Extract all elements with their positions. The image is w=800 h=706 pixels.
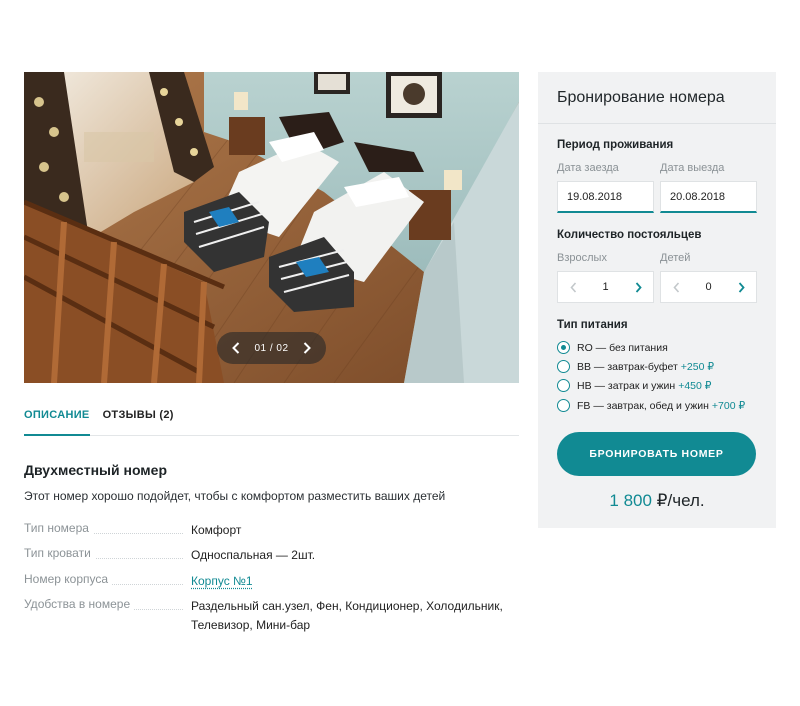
price-per-person: 1 800 ₽/чел.: [538, 491, 776, 511]
chevron-right-icon: [303, 342, 311, 354]
meal-option-price: +250 ₽: [680, 360, 715, 373]
children-count: 0: [705, 281, 712, 293]
adults-increment-button[interactable]: [631, 280, 645, 294]
spec-row-room-type: Тип номера Комфорт: [24, 521, 519, 540]
adults-count: 1: [602, 281, 609, 293]
gallery-counter: 01 / 02: [254, 342, 289, 354]
spec-key: Номер корпуса: [24, 572, 113, 586]
spec-key: Удобства в номере: [24, 597, 135, 611]
chevron-right-icon: [738, 281, 745, 293]
spec-row-building: Номер корпуса Корпус №1: [24, 572, 519, 591]
radio-button[interactable]: [557, 379, 570, 392]
checkin-label: Дата заезда: [557, 162, 619, 174]
meal-option-ro[interactable]: RO — без питания: [557, 341, 668, 354]
meal-option-bb[interactable]: BB — завтрак-буфет +250 ₽: [557, 360, 714, 373]
gallery-prev-button[interactable]: [227, 339, 245, 357]
booking-title: Бронирование номера: [538, 72, 776, 124]
room-subtitle: Этот номер хорошо подойдет, чтобы с комф…: [24, 489, 446, 503]
radio-button[interactable]: [557, 341, 570, 354]
spec-value: Комфорт: [191, 523, 242, 537]
spec-value: Раздельный сан.узел, Фен, Кондиционер, Х…: [191, 599, 503, 632]
spec-row-amenities: Удобства в номере Раздельный сан.узел, Ф…: [24, 597, 519, 635]
price-amount: 1 800: [609, 491, 652, 510]
checkout-label: Дата выезда: [660, 162, 725, 174]
tab-description[interactable]: ОПИСАНИЕ: [24, 404, 90, 436]
book-room-button[interactable]: БРОНИРОВАТЬ НОМЕР: [557, 432, 756, 476]
meal-option-hb[interactable]: HB — затрак и ужин +450 ₽: [557, 379, 711, 392]
adults-stepper: 1: [557, 271, 654, 303]
meal-option-price: +450 ₽: [678, 379, 712, 392]
tab-reviews[interactable]: ОТЗЫВЫ (2): [103, 404, 174, 436]
period-title: Период проживания: [557, 139, 674, 151]
adults-label: Взрослых: [557, 252, 607, 264]
room-photo: 01 / 02: [24, 72, 519, 383]
meal-option-label: BB — завтрак-буфет: [577, 360, 678, 373]
children-decrement-button[interactable]: [669, 280, 683, 294]
chevron-right-icon: [635, 281, 642, 293]
meal-option-label: HB — затрак и ужин: [577, 379, 676, 392]
chevron-left-icon: [232, 342, 240, 354]
gallery-pager: 01 / 02: [217, 332, 326, 364]
radio-button[interactable]: [557, 360, 570, 373]
spec-key: Тип кровати: [24, 546, 95, 560]
meal-option-label: FB — завтрак, обед и ужин: [577, 399, 709, 412]
spec-value: Односпальная — 2шт.: [191, 548, 316, 562]
booking-panel: Бронирование номера Период проживания Да…: [538, 72, 776, 528]
meal-option-label: RO — без питания: [577, 341, 668, 354]
spec-row-bed-type: Тип кровати Односпальная — 2шт.: [24, 546, 519, 565]
adults-decrement-button[interactable]: [566, 280, 580, 294]
children-stepper: 0: [660, 271, 757, 303]
gallery-next-button[interactable]: [298, 339, 316, 357]
meal-title: Тип питания: [557, 319, 628, 331]
children-label: Детей: [660, 252, 691, 264]
room-title: Двухместный номер: [24, 462, 168, 478]
price-unit: ₽/чел.: [656, 491, 705, 510]
guests-title: Количество постояльцев: [557, 229, 702, 241]
room-tabs: ОПИСАНИЕ ОТЗЫВЫ (2): [24, 404, 519, 436]
spec-key: Тип номера: [24, 521, 93, 535]
meal-option-price: +700 ₽: [711, 399, 746, 412]
radio-button[interactable]: [557, 399, 570, 412]
checkin-date-field[interactable]: 19.08.2018: [557, 181, 654, 213]
chevron-left-icon: [569, 281, 576, 293]
meal-option-fb[interactable]: FB — завтрак, обед и ужин +700 ₽: [557, 399, 745, 412]
checkout-date-field[interactable]: 20.08.2018: [660, 181, 757, 213]
children-increment-button[interactable]: [734, 280, 748, 294]
chevron-left-icon: [672, 281, 679, 293]
building-link[interactable]: Корпус №1: [191, 574, 253, 588]
